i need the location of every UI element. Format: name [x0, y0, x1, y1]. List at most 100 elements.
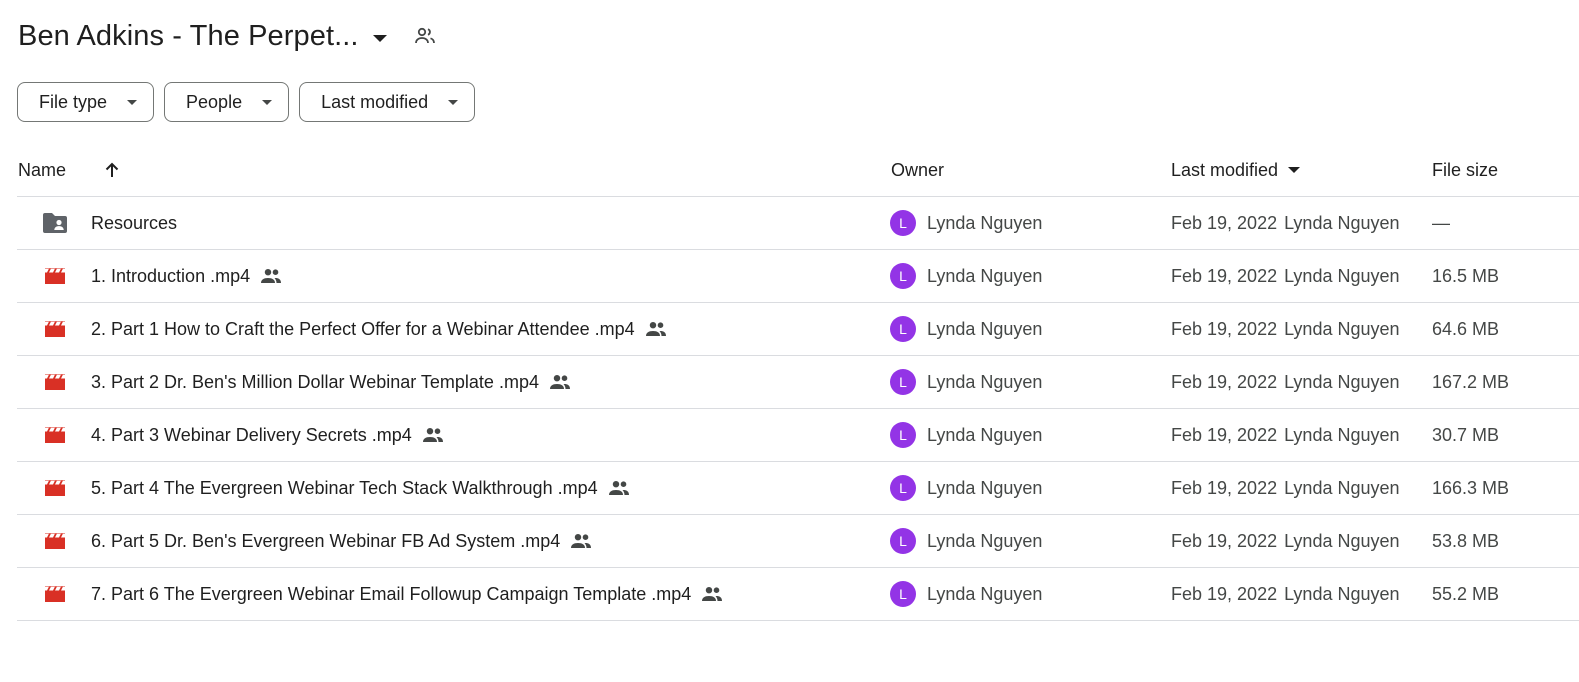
shared-icon: [608, 480, 630, 496]
last-modified-cell: Feb 19, 2022 Lynda Nguyen: [1171, 462, 1400, 514]
caret-down-icon: [127, 99, 138, 105]
table-row[interactable]: 4. Part 3 Webinar Delivery Secrets .mp4 L…: [17, 409, 1579, 462]
owner-column-header[interactable]: Owner: [891, 144, 944, 196]
file-name-text: 5. Part 4 The Evergreen Webinar Tech Sta…: [91, 477, 598, 498]
modified-by: Lynda Nguyen: [1284, 318, 1400, 339]
file-size: 167.2 MB: [1432, 371, 1510, 392]
file-name-text: 1. Introduction .mp4: [91, 265, 251, 286]
avatar[interactable]: L: [890, 210, 916, 236]
shared-folder-icon: [41, 197, 69, 249]
avatar[interactable]: L: [890, 316, 916, 342]
file-type-filter[interactable]: File type: [17, 82, 155, 122]
file-size: 64.6 MB: [1432, 318, 1500, 339]
file-name[interactable]: Resources: [91, 197, 177, 249]
modified-date: Feb 19, 2022: [1171, 212, 1278, 233]
filter-label: File type: [39, 91, 108, 112]
owner-name: Lynda Nguyen: [927, 583, 1043, 604]
shared-icon: [260, 268, 282, 284]
table-row[interactable]: 1. Introduction .mp4 L Lynda Nguyen Feb 19,…: [17, 250, 1579, 303]
arrow-up-icon[interactable]: [102, 160, 122, 180]
filter-bar: File type People Last modified: [17, 82, 476, 122]
last-modified-filter[interactable]: Last modified: [299, 82, 476, 122]
avatar[interactable]: L: [890, 263, 916, 289]
caret-down-icon[interactable]: [1288, 167, 1301, 173]
table-row[interactable]: 3. Part 2 Dr. Ben's Million Dollar Webin…: [17, 356, 1579, 409]
file-size-column-header[interactable]: File size: [1432, 144, 1498, 196]
table-header: Name Owner Last modified File size: [17, 144, 1579, 197]
modified-by: Lynda Nguyen: [1284, 424, 1400, 445]
last-modified-cell: Feb 19, 2022 Lynda Nguyen: [1171, 515, 1400, 567]
file-name[interactable]: 6. Part 5 Dr. Ben's Evergreen Webinar FB…: [91, 515, 592, 567]
shared-people-icon[interactable]: [413, 24, 437, 48]
video-file-icon: [41, 462, 69, 514]
video-file-icon: [41, 568, 69, 620]
last-modified-cell: Feb 19, 2022 Lynda Nguyen: [1171, 356, 1400, 408]
last-modified-cell: Feb 19, 2022 Lynda Nguyen: [1171, 409, 1400, 461]
last-modified-column-header[interactable]: Last modified: [1171, 144, 1301, 196]
owner-cell: L Lynda Nguyen: [890, 409, 1042, 461]
shared-icon: [422, 427, 444, 443]
last-modified-cell: Feb 19, 2022 Lynda Nguyen: [1171, 568, 1400, 620]
owner-name: Lynda Nguyen: [927, 371, 1043, 392]
chevron-down-icon[interactable]: [372, 34, 387, 42]
last-modified-cell: Feb 19, 2022 Lynda Nguyen: [1171, 250, 1400, 302]
avatar[interactable]: L: [890, 528, 916, 554]
folder-title[interactable]: Ben Adkins - The Perpet...: [18, 20, 359, 53]
file-name-text: 4. Part 3 Webinar Delivery Secrets .mp4: [91, 424, 412, 445]
table-row[interactable]: 2. Part 1 How to Craft the Perfect Offer…: [17, 303, 1579, 356]
table-row[interactable]: Resources L Lynda Nguyen Feb 19, 2022 Lynda …: [17, 197, 1579, 250]
file-size: 53.8 MB: [1432, 530, 1500, 551]
name-column-header[interactable]: Name: [18, 144, 122, 196]
owner-name: Lynda Nguyen: [927, 424, 1043, 445]
modified-by: Lynda Nguyen: [1284, 583, 1400, 604]
owner-name: Lynda Nguyen: [927, 530, 1043, 551]
table-row[interactable]: 5. Part 4 The Evergreen Webinar Tech Sta…: [17, 462, 1579, 515]
modified-by: Lynda Nguyen: [1284, 477, 1400, 498]
file-size: 166.3 MB: [1432, 477, 1510, 498]
avatar[interactable]: L: [890, 475, 916, 501]
shared-icon: [645, 321, 667, 337]
filter-label: People: [186, 91, 243, 112]
file-size: 30.7 MB: [1432, 424, 1500, 445]
table-row[interactable]: 7. Part 6 The Evergreen Webinar Email Fo…: [17, 568, 1579, 621]
owner-cell: L Lynda Nguyen: [890, 462, 1042, 514]
file-name[interactable]: 5. Part 4 The Evergreen Webinar Tech Sta…: [91, 462, 630, 514]
video-file-icon: [41, 303, 69, 355]
avatar[interactable]: L: [890, 422, 916, 448]
column-label: File size: [1432, 159, 1499, 180]
file-list: Name Owner Last modified File size Resou…: [17, 144, 1579, 621]
owner-cell: L Lynda Nguyen: [890, 250, 1042, 302]
file-name[interactable]: 4. Part 3 Webinar Delivery Secrets .mp4: [91, 409, 444, 461]
file-name-text: 6. Part 5 Dr. Ben's Evergreen Webinar FB…: [91, 530, 561, 551]
avatar[interactable]: L: [890, 369, 916, 395]
owner-cell: L Lynda Nguyen: [890, 568, 1042, 620]
modified-by: Lynda Nguyen: [1284, 265, 1400, 286]
file-name-text: 3. Part 2 Dr. Ben's Million Dollar Webin…: [91, 371, 539, 392]
file-size: 16.5 MB: [1432, 265, 1500, 286]
file-name[interactable]: 2. Part 1 How to Craft the Perfect Offer…: [91, 303, 667, 355]
file-name[interactable]: 3. Part 2 Dr. Ben's Million Dollar Webin…: [91, 356, 571, 408]
modified-date: Feb 19, 2022: [1171, 265, 1278, 286]
file-name[interactable]: 1. Introduction .mp4: [91, 250, 282, 302]
modified-date: Feb 19, 2022: [1171, 318, 1278, 339]
file-name[interactable]: 7. Part 6 The Evergreen Webinar Email Fo…: [91, 568, 723, 620]
owner-name: Lynda Nguyen: [927, 318, 1043, 339]
table-row[interactable]: 6. Part 5 Dr. Ben's Evergreen Webinar FB…: [17, 515, 1579, 568]
shared-icon: [701, 586, 723, 602]
people-filter[interactable]: People: [164, 82, 290, 122]
video-file-icon: [41, 356, 69, 408]
column-label: Name: [18, 159, 67, 180]
modified-date: Feb 19, 2022: [1171, 477, 1278, 498]
last-modified-cell: Feb 19, 2022 Lynda Nguyen: [1171, 303, 1400, 355]
modified-date: Feb 19, 2022: [1171, 530, 1278, 551]
table-body: Resources L Lynda Nguyen Feb 19, 2022 Lynda …: [17, 197, 1579, 621]
owner-cell: L Lynda Nguyen: [890, 515, 1042, 567]
avatar[interactable]: L: [890, 581, 916, 607]
owner-name: Lynda Nguyen: [927, 265, 1043, 286]
owner-name: Lynda Nguyen: [927, 477, 1043, 498]
video-file-icon: [41, 515, 69, 567]
owner-cell: L Lynda Nguyen: [890, 303, 1042, 355]
video-file-icon: [41, 250, 69, 302]
file-name-text: 2. Part 1 How to Craft the Perfect Offer…: [91, 318, 635, 339]
modified-date: Feb 19, 2022: [1171, 424, 1278, 445]
